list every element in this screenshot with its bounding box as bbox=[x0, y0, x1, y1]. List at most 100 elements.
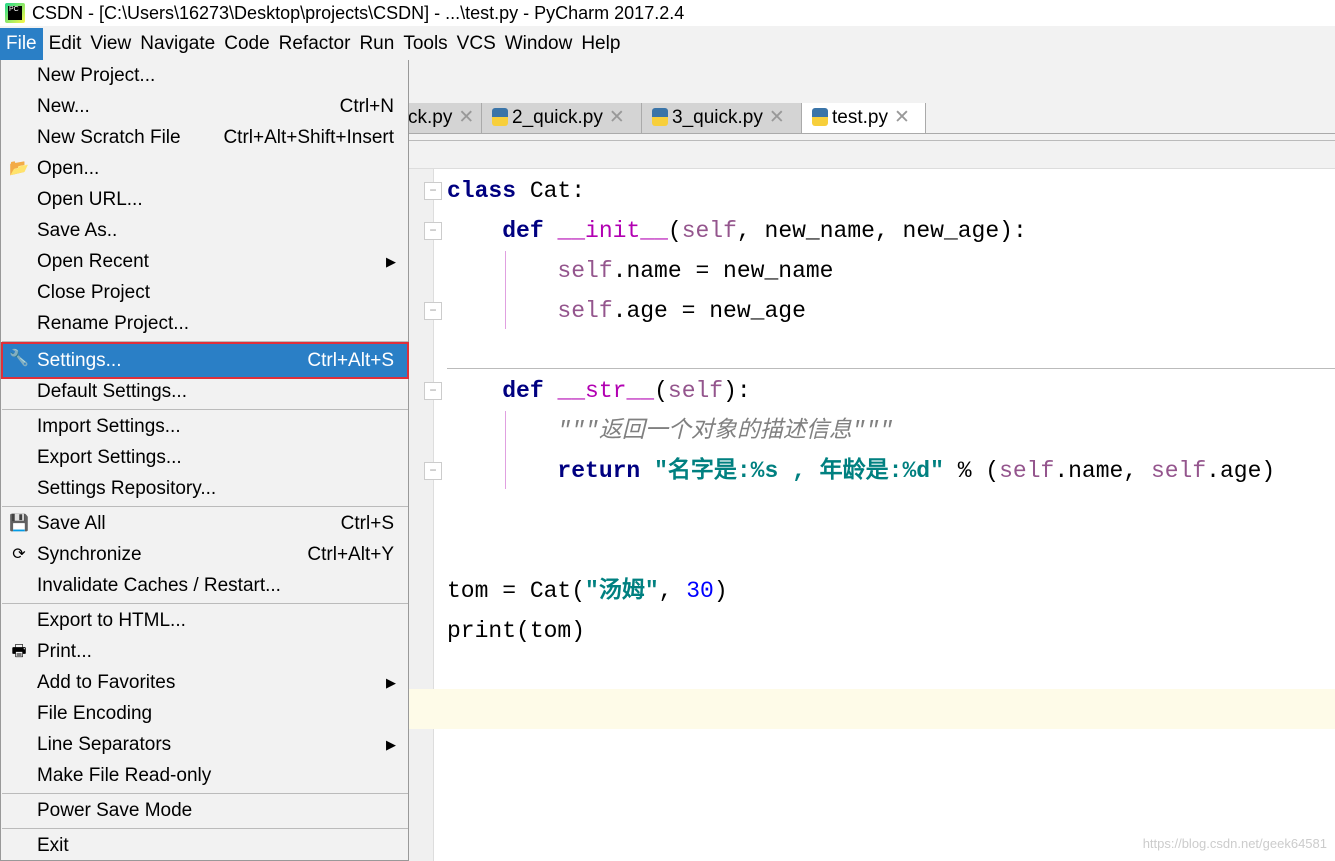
fold-icon[interactable]: − bbox=[424, 462, 442, 480]
tab-label: 2_quick.py bbox=[512, 107, 603, 128]
menu-item-line-separators[interactable]: Line Separators ▶ bbox=[2, 729, 408, 760]
close-tab-icon[interactable]: ✕ bbox=[769, 107, 785, 128]
code-line: self.age = new_age bbox=[557, 298, 806, 324]
menu-item-label: File Encoding bbox=[37, 703, 153, 724]
menu-item-label: Print... bbox=[37, 641, 92, 662]
tab-label: ck.py bbox=[408, 107, 453, 128]
menu-item-label: Make File Read-only bbox=[37, 765, 212, 786]
save-icon: 💾 bbox=[9, 515, 29, 532]
menu-item-label: New Scratch File bbox=[37, 127, 181, 148]
menu-item-open-url[interactable]: Open URL... bbox=[2, 184, 408, 215]
menu-help[interactable]: Help bbox=[578, 28, 623, 60]
menu-item-label: Save All bbox=[37, 513, 106, 534]
submenu-arrow-icon: ▶ bbox=[386, 254, 396, 269]
menu-bar: File Edit View Navigate Code Refactor Run Tools… bbox=[0, 28, 1335, 60]
menu-item-exit[interactable]: Exit bbox=[2, 830, 408, 861]
method-separator bbox=[447, 368, 1335, 369]
menu-item-label: Settings Repository... bbox=[37, 478, 217, 499]
code-line: class Cat: bbox=[447, 178, 586, 204]
python-file-icon bbox=[492, 108, 508, 126]
menu-separator bbox=[2, 409, 408, 410]
file-menu-dropdown: New Project... New... Ctrl+N New Scratch Fi… bbox=[0, 60, 409, 861]
python-file-icon bbox=[652, 108, 668, 126]
menu-separator bbox=[2, 603, 408, 604]
menu-item-label: Default Settings... bbox=[37, 381, 187, 402]
menu-vcs[interactable]: VCS bbox=[454, 28, 499, 60]
code-line: tom = Cat("汤姆", 30) bbox=[447, 578, 728, 604]
menu-item-power-save-mode[interactable]: Power Save Mode bbox=[2, 795, 408, 826]
menu-item-label: New... bbox=[37, 96, 90, 117]
shortcut-label: Ctrl+Alt+Shift+Insert bbox=[223, 127, 394, 148]
menu-item-synchronize[interactable]: ⟳ Synchronize Ctrl+Alt+Y bbox=[2, 539, 408, 570]
menu-refactor[interactable]: Refactor bbox=[276, 28, 354, 60]
menu-item-print[interactable]: 🖶 Print... bbox=[2, 636, 408, 667]
menu-item-add-to-favorites[interactable]: Add to Favorites ▶ bbox=[2, 667, 408, 698]
printer-icon: 🖶 bbox=[11, 643, 27, 660]
menu-item-label: Rename Project... bbox=[37, 313, 190, 334]
shortcut-label: Ctrl+S bbox=[340, 513, 394, 534]
close-tab-icon[interactable]: ✕ bbox=[894, 107, 910, 128]
menu-item-new-scratch-file[interactable]: New Scratch File Ctrl+Alt+Shift+Insert bbox=[2, 122, 408, 153]
menu-item-label: Open URL... bbox=[37, 189, 143, 210]
fold-icon[interactable]: − bbox=[424, 382, 442, 400]
menu-item-export-to-html[interactable]: Export to HTML... bbox=[2, 605, 408, 636]
fold-icon[interactable]: − bbox=[424, 302, 442, 320]
folder-icon: 📂 bbox=[9, 160, 29, 177]
tab-3_quick-py[interactable]: 3_quick.py ✕ bbox=[642, 103, 802, 133]
menu-item-label: New Project... bbox=[37, 65, 156, 86]
menu-item-rename-project[interactable]: Rename Project... bbox=[2, 308, 408, 339]
menu-window[interactable]: Window bbox=[502, 28, 576, 60]
menu-item-settings[interactable]: 🔧 Settings... Ctrl+Alt+S bbox=[1, 342, 409, 379]
tab-2_quick-py[interactable]: 2_quick.py ✕ bbox=[482, 103, 642, 133]
close-tab-icon[interactable]: ✕ bbox=[458, 107, 474, 128]
menu-item-label: Open... bbox=[37, 158, 100, 179]
menu-item-save-all[interactable]: 💾 Save All Ctrl+S bbox=[2, 508, 408, 539]
breadcrumb-bar bbox=[408, 140, 1335, 169]
code-line: self.name = new_name bbox=[557, 258, 834, 284]
menu-edit[interactable]: Edit bbox=[46, 28, 85, 60]
menu-separator bbox=[2, 793, 408, 794]
submenu-arrow-icon: ▶ bbox=[386, 737, 396, 752]
menu-item-file-encoding[interactable]: File Encoding bbox=[2, 698, 408, 729]
menu-item-label: Invalidate Caches / Restart... bbox=[37, 575, 281, 596]
menu-run[interactable]: Run bbox=[356, 28, 397, 60]
menu-item-import-settings[interactable]: Import Settings... bbox=[2, 411, 408, 442]
menu-item-invalidate-caches-restart[interactable]: Invalidate Caches / Restart... bbox=[2, 570, 408, 601]
tab-ck-py[interactable]: ck.py ✕ bbox=[398, 103, 482, 133]
menu-item-save-as[interactable]: Save As.. bbox=[2, 215, 408, 246]
tab-label: 3_quick.py bbox=[672, 107, 763, 128]
menu-item-settings-repository[interactable]: Settings Repository... bbox=[2, 473, 408, 504]
fold-icon[interactable]: − bbox=[424, 182, 442, 200]
menu-item-new-project[interactable]: New Project... bbox=[2, 60, 408, 91]
menu-navigate[interactable]: Navigate bbox=[137, 28, 218, 60]
menu-view[interactable]: View bbox=[87, 28, 134, 60]
menu-item-close-project[interactable]: Close Project bbox=[2, 277, 408, 308]
menu-item-export-settings[interactable]: Export Settings... bbox=[2, 442, 408, 473]
editor-tabs: ck.py ✕ 2_quick.py ✕ 3_quick.py ✕ test.py ✕ bbox=[398, 103, 1335, 134]
menu-tools[interactable]: Tools bbox=[400, 28, 450, 60]
fold-icon[interactable]: − bbox=[424, 222, 442, 240]
menu-item-default-settings[interactable]: Default Settings... bbox=[2, 376, 408, 407]
menu-item-label: Add to Favorites bbox=[37, 672, 176, 693]
menu-file[interactable]: File bbox=[0, 28, 43, 60]
tab-test-py[interactable]: test.py ✕ bbox=[802, 103, 926, 133]
code-line: def __init__(self, new_name, new_age): bbox=[502, 218, 1027, 244]
menu-item-label: Import Settings... bbox=[37, 416, 181, 437]
submenu-arrow-icon: ▶ bbox=[386, 675, 396, 690]
watermark: https://blog.csdn.net/geek64581 bbox=[1142, 836, 1327, 851]
python-file-icon bbox=[812, 108, 828, 126]
menu-code[interactable]: Code bbox=[221, 28, 272, 60]
menu-item-new[interactable]: New... Ctrl+N bbox=[2, 91, 408, 122]
menu-item-open[interactable]: 📂 Open... bbox=[2, 153, 408, 184]
menu-item-label: Save As.. bbox=[37, 220, 118, 241]
wrench-icon: 🔧 bbox=[9, 350, 29, 367]
window-title: PC CSDN - [C:\Users\16273\Desktop\project… bbox=[0, 0, 1335, 26]
menu-item-open-recent[interactable]: Open Recent ▶ bbox=[2, 246, 408, 277]
menu-item-label: Close Project bbox=[37, 282, 150, 303]
menu-item-label: Exit bbox=[37, 835, 69, 856]
close-tab-icon[interactable]: ✕ bbox=[609, 107, 625, 128]
shortcut-label: Ctrl+Alt+S bbox=[307, 350, 394, 371]
menu-item-label: Power Save Mode bbox=[37, 800, 193, 821]
menu-item-make-file-read-only[interactable]: Make File Read-only bbox=[2, 760, 408, 791]
menu-separator bbox=[2, 341, 408, 342]
